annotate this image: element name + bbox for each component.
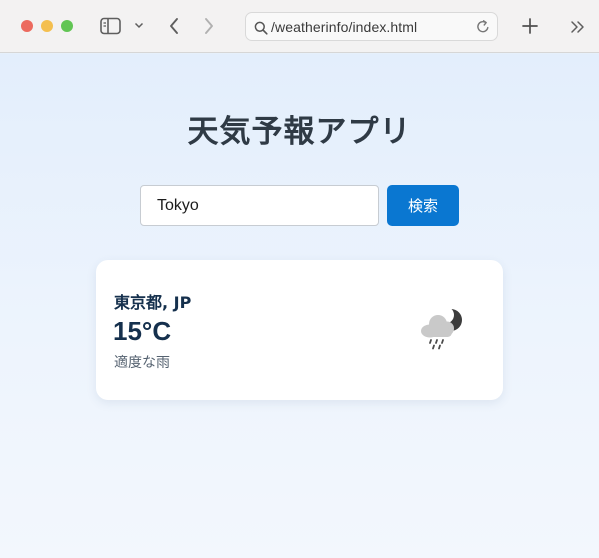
search-icon [254, 20, 268, 39]
rain-cloud-night-icon [418, 304, 468, 356]
weather-app-page: 天気予報アプリ 検索 東京都, JP 15°C 適度な雨 [0, 54, 599, 558]
weather-card: 東京都, JP 15°C 適度な雨 [96, 260, 503, 400]
app-title: 天気予報アプリ [187, 114, 412, 150]
chevron-down-icon[interactable] [134, 22, 144, 29]
address-bar[interactable]: /weatherinfo/index.html [245, 12, 498, 41]
browser-toolbar: /weatherinfo/index.html [0, 0, 599, 53]
more-tabs-icon[interactable] [570, 20, 586, 34]
weather-description: 適度な雨 [114, 355, 170, 371]
minimize-window-button[interactable] [41, 20, 53, 32]
location-label: 東京都, JP [114, 293, 192, 312]
back-icon[interactable] [168, 17, 180, 35]
city-search-input[interactable] [140, 185, 379, 226]
forward-icon[interactable] [203, 17, 215, 35]
search-button[interactable]: 検索 [387, 185, 459, 226]
new-tab-icon[interactable] [521, 17, 539, 35]
temperature-value: 15°C [113, 316, 172, 346]
url-text: /weatherinfo/index.html [271, 19, 418, 35]
close-window-button[interactable] [21, 20, 33, 32]
sidebar-toggle-icon[interactable] [100, 17, 122, 35]
reload-icon[interactable] [475, 19, 491, 39]
fullscreen-window-button[interactable] [61, 20, 73, 32]
